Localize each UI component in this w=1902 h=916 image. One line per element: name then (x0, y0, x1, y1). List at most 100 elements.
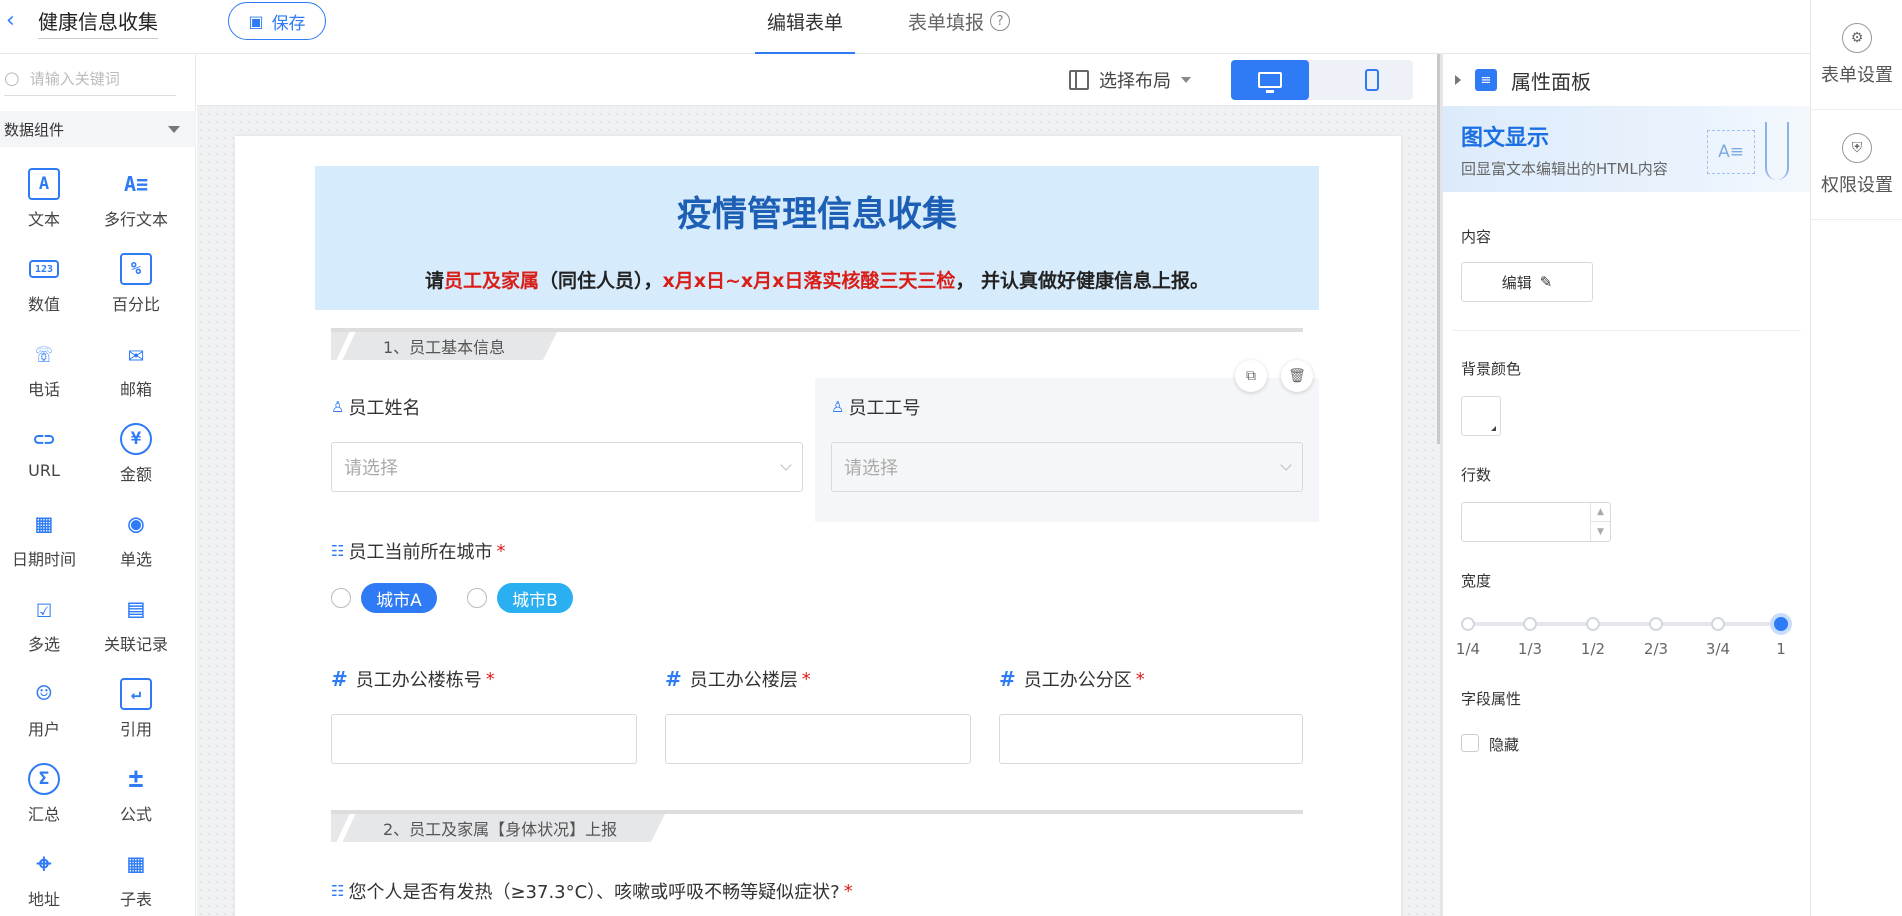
option-pill-city-b[interactable]: 城市B (497, 583, 573, 613)
layout-icon (1069, 70, 1089, 90)
monitor-icon (1258, 72, 1282, 93)
component-text[interactable]: A 文本 (0, 164, 88, 249)
background-color-picker[interactable] (1461, 396, 1501, 436)
component-number[interactable]: 123 数值 (0, 249, 88, 334)
rows-label: 行数 (1461, 466, 1492, 484)
employee-name-select[interactable]: 请选择 (331, 442, 803, 492)
width-slider-stop[interactable] (1711, 617, 1725, 631)
radio-city-a[interactable] (331, 588, 351, 608)
tab-form-fill[interactable]: 表单填报 ? (908, 0, 1011, 54)
layout-select-label: 选择布局 (1099, 71, 1171, 92)
field-label-zone: # 员工办公分区 * (999, 666, 1145, 692)
component-address[interactable]: ⌖ 地址 (0, 844, 88, 916)
width-slider-handle[interactable] (1770, 613, 1792, 635)
component-email[interactable]: ✉ 邮箱 (92, 334, 180, 419)
component-url[interactable]: ⊂⊃ URL (0, 419, 88, 504)
edit-label: 编辑 (1501, 273, 1532, 292)
list-icon: ☷ (331, 542, 345, 560)
user-icon: ♙ (831, 398, 845, 416)
property-panel-header[interactable]: ≡ 属性面板 (1443, 54, 1810, 106)
rich-text-illustration-icon: A≡ (1707, 130, 1755, 174)
property-panel-title: 属性面板 (1511, 69, 1591, 94)
rail-item-label: 表单设置 (1821, 64, 1893, 86)
desktop-view-button[interactable] (1231, 60, 1309, 100)
field-label-text: 员工姓名 (348, 398, 421, 419)
floor-input[interactable] (665, 714, 971, 764)
edit-content-button[interactable]: 编辑 ✎ (1461, 262, 1593, 302)
save-label: 保存 (271, 13, 306, 34)
component-formula[interactable]: ± 公式 (92, 759, 180, 844)
rows-number-input[interactable]: ▲ ▼ (1461, 502, 1611, 542)
checkbox-icon: ☑ (36, 594, 52, 624)
search-input[interactable] (29, 69, 170, 88)
width-slider-stop[interactable] (1586, 617, 1600, 631)
component-multi-select[interactable]: ☑ 多选 (0, 589, 88, 674)
component-user[interactable]: ☺ 用户 (0, 674, 88, 759)
rail-item-permission-settings[interactable]: ⛨ 权限设置 (1811, 110, 1902, 220)
save-button[interactable]: ▣ 保存 (228, 2, 326, 40)
background-color-label: 背景颜色 (1461, 360, 1522, 378)
banner-sub-text: 请 (424, 270, 444, 292)
stepper-up-icon[interactable]: ▲ (1591, 503, 1610, 522)
field-label-floor: # 员工办公楼层 * (665, 666, 811, 692)
form-settings-icon: ⚙ (1842, 22, 1872, 53)
component-multiline-text[interactable]: A≡ 多行文本 (92, 164, 180, 249)
field-label-building: # 员工办公楼栋号 * (331, 666, 495, 692)
radio-city-b[interactable] (467, 588, 487, 608)
component-percent[interactable]: % 百分比 (92, 249, 180, 334)
section-tag-stripe (336, 814, 355, 842)
component-label: 子表 (119, 890, 152, 909)
tablet-view-button[interactable] (1333, 60, 1411, 100)
tab-edit-form[interactable]: 编辑表单 (755, 0, 855, 55)
component-label: 汇总 (27, 805, 60, 824)
location-pin-icon: ⌖ (36, 848, 52, 879)
section-tag: 2、员工及家属【身体状况】上报 (331, 814, 665, 842)
multiline-text-icon: A≡ (123, 172, 149, 196)
width-slider-stop[interactable] (1523, 617, 1537, 631)
employee-id-select[interactable]: 请选择 (831, 442, 1303, 492)
component-related-record[interactable]: ▤ 关联记录 (92, 589, 180, 674)
copy-icon[interactable]: ⧉ (1235, 360, 1267, 392)
section-basic-info[interactable]: 1、员工基本信息 (331, 328, 1303, 368)
delete-icon[interactable]: 🗑 (1281, 360, 1313, 392)
width-slider-track[interactable] (1467, 622, 1779, 626)
option-pill-city-a[interactable]: 城市A (361, 583, 437, 613)
zone-input[interactable] (999, 714, 1303, 764)
section-health-report[interactable]: 2、员工及家属【身体状况】上报 (331, 810, 1303, 850)
top-bar: ‹ 健康信息收集 ▣ 保存 编辑表单 表单填报 ? (0, 0, 1810, 55)
building-number-input[interactable] (331, 714, 637, 764)
rail-item-form-settings[interactable]: ⚙ 表单设置 (1811, 0, 1902, 110)
canvas-toolbar: 选择布局 (197, 54, 1440, 106)
hidden-checkbox[interactable] (1461, 734, 1479, 752)
component-phone[interactable]: ☏ 电话 (0, 334, 88, 419)
panel-divider (1453, 330, 1801, 331)
rich-text-banner[interactable]: 疫情管理信息收集 请员工及家属（同住人员），x月x日~x月x日落实核酸三天三检，… (315, 166, 1319, 310)
field-label-text: 员工办公分区 (1023, 670, 1132, 691)
banner-sub-highlight: 员工及家属 (443, 270, 539, 292)
section-title: 1、员工基本信息 (383, 338, 506, 357)
component-group-header[interactable]: 数据组件 (0, 111, 196, 147)
component-reference[interactable]: ↵ 引用 (92, 674, 180, 759)
component-subtable[interactable]: ▦ 子表 (92, 844, 180, 916)
back-arrow-icon[interactable]: ‹ (6, 10, 26, 32)
component-single-select[interactable]: ◉ 单选 (92, 504, 180, 589)
stepper-down-icon[interactable]: ▼ (1591, 522, 1610, 541)
component-info-hero: 图文显示 回显富文本编辑出的HTML内容 A≡ (1443, 106, 1810, 192)
layout-select[interactable]: 选择布局 (1069, 64, 1191, 96)
field-label-text: 员工当前所在城市 (348, 542, 493, 563)
component-datetime[interactable]: ▦ 日期时间 (0, 504, 88, 589)
field-label-employee-id: ♙ 员工工号 (831, 394, 920, 420)
app-title[interactable]: 健康信息收集 (38, 6, 158, 39)
collapse-arrow-icon[interactable] (1455, 75, 1461, 85)
list-icon: ☷ (331, 882, 345, 900)
right-rail: ⚙ 表单设置 ⛨ 权限设置 (1810, 0, 1902, 916)
width-slider-stop[interactable] (1461, 617, 1475, 631)
component-type-title: 图文显示 (1461, 126, 1550, 151)
number-stepper: ▲ ▼ (1590, 503, 1610, 541)
component-summary[interactable]: Σ 汇总 (0, 759, 88, 844)
width-slider-stop[interactable] (1649, 617, 1663, 631)
number-icon: # (999, 667, 1016, 691)
field-label-employee-name: ♙ 员工姓名 (331, 394, 420, 420)
component-amount[interactable]: ¥ 金额 (92, 419, 180, 504)
help-icon[interactable]: ? (990, 11, 1011, 31)
